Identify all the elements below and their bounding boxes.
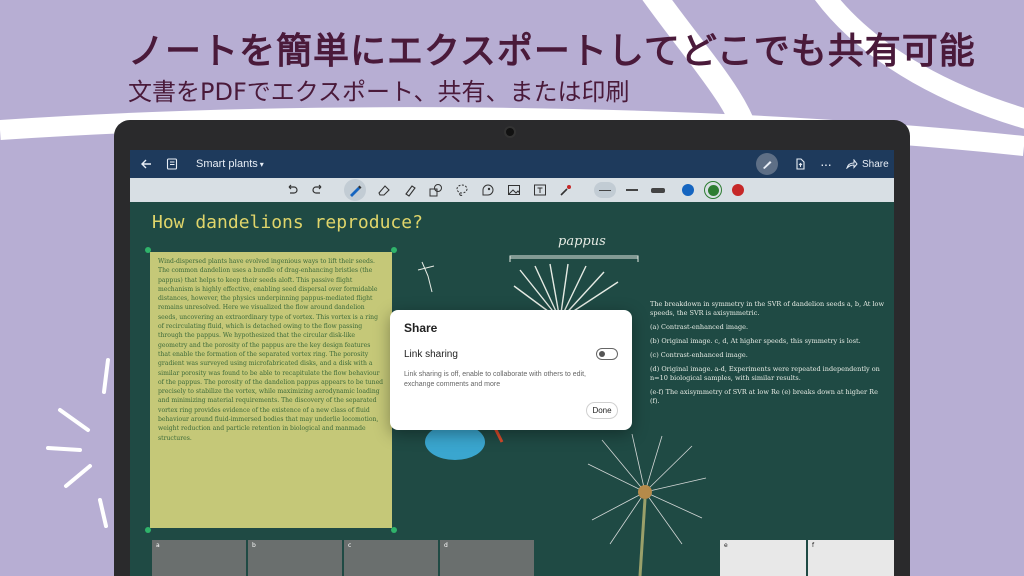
figure-notes: The breakdown in symmetry in the SVR of …: [650, 300, 886, 411]
pen-mode-icon[interactable]: [756, 150, 778, 178]
shapes-icon[interactable]: [428, 182, 444, 198]
undo-icon[interactable]: [284, 182, 300, 198]
camera-icon: [504, 126, 516, 138]
figure-note-item: (c) Contrast-enhanced image.: [650, 351, 748, 359]
dialog-title: Share: [404, 321, 438, 335]
notebook-icon[interactable]: [166, 150, 178, 178]
color-green-swatch[interactable]: [704, 181, 722, 199]
figure-note-item: (d) Original image. a-d, Experiments wer…: [650, 365, 880, 382]
toggle-knob: [599, 351, 605, 357]
more-options-icon[interactable]: ···: [820, 150, 832, 178]
marketing-headline: ノートを簡単にエクスポートしてどこでも共有可能: [128, 31, 976, 72]
done-button[interactable]: Done: [586, 402, 618, 419]
stroke-thin-option[interactable]: [594, 182, 616, 198]
link-sharing-description: Link sharing is off, enable to collabora…: [404, 371, 586, 388]
figure-thumbnail[interactable]: e: [720, 540, 806, 576]
dandelion-image: [587, 434, 707, 576]
figure-thumbnail[interactable]: a: [152, 540, 246, 576]
notebook-title[interactable]: Smart plants ▾: [196, 150, 264, 178]
color-red-swatch[interactable]: [730, 182, 746, 198]
back-arrow-icon[interactable]: [140, 150, 152, 178]
text-icon[interactable]: [532, 182, 548, 198]
share-icon: [846, 159, 858, 169]
link-sharing-toggle[interactable]: [596, 348, 618, 360]
color-blue-swatch[interactable]: [680, 182, 696, 198]
share-button[interactable]: Share: [846, 150, 889, 178]
stroke-medium-option[interactable]: [622, 182, 642, 198]
notebook-name: Smart plants: [196, 158, 258, 170]
sparkle-icon: [46, 358, 110, 528]
link-sharing-label: Link sharing: [404, 349, 458, 360]
laser-pointer-icon[interactable]: [558, 182, 574, 198]
image-icon[interactable]: [506, 182, 522, 198]
share-dialog: Share Link sharing Link sharing is off, …: [390, 310, 632, 430]
stroke-thick-option[interactable]: [648, 182, 668, 198]
drawing-toolbar: [130, 178, 894, 202]
redo-icon[interactable]: [310, 182, 326, 198]
eraser-icon[interactable]: [376, 182, 392, 198]
figure-thumbnail[interactable]: d: [440, 540, 534, 576]
export-icon[interactable]: [794, 150, 806, 178]
document-title: How dandelions reproduce?: [152, 212, 423, 233]
figure-note-item: (b) Original image. c, d, At higher spee…: [650, 337, 861, 345]
figure-thumbnail[interactable]: c: [344, 540, 438, 576]
lasso-icon[interactable]: [454, 182, 470, 198]
highlighter-icon[interactable]: [402, 182, 418, 198]
chevron-down-icon: ▾: [259, 159, 264, 169]
figure-note-item: (a) Contrast-enhanced image.: [650, 323, 749, 331]
sticker-icon[interactable]: [480, 182, 496, 198]
title-bar: Smart plants ▾ ··· Share: [130, 150, 894, 178]
figure-notes-intro: The breakdown in symmetry in the SVR of …: [650, 300, 885, 317]
marketing-subheadline: 文書をPDFでエクスポート、共有、または印刷: [128, 78, 630, 106]
pappus-label: pappus: [558, 234, 606, 249]
figure-note-item: (e-f) The axisymmetry of SVR at low Re (…: [650, 388, 878, 405]
figure-thumbnail[interactable]: b: [248, 540, 342, 576]
figure-thumbnail[interactable]: f: [808, 540, 894, 576]
share-label: Share: [862, 158, 889, 170]
selection-handles: [145, 247, 397, 533]
pen-icon[interactable]: [344, 179, 366, 201]
